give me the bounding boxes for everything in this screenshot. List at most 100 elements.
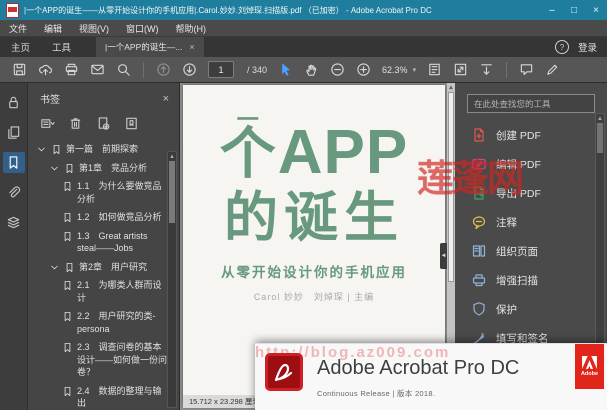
zoom-level-dropdown[interactable]: 62.3% ▾ (382, 65, 416, 75)
organize-pages-icon (471, 243, 487, 259)
bookmark-item[interactable]: 1.2 如何做竞品分析 (32, 211, 169, 224)
tool-item-protect[interactable]: 保护 (471, 301, 607, 317)
splash-release-line: Continuous Release | 版本 2018. (317, 388, 435, 399)
bookmark-item-label: 2.3 调查问卷的基本设计——如何做一份问卷？ (77, 341, 169, 379)
lock-icon (6, 95, 21, 110)
acrobat-logo-icon (265, 353, 303, 391)
panel-collapse-handle[interactable]: ◄ (440, 243, 447, 269)
bookmarks-icon (6, 155, 21, 170)
bookmark-item[interactable]: 第1章 竞品分析 (32, 162, 169, 175)
acrobat-splash-dialog: Adobe Acrobat Pro DC Continuous Release … (255, 343, 607, 410)
toolbar-divider (506, 62, 507, 78)
menu-item-1[interactable]: 编辑 (44, 22, 62, 35)
options-menu-icon[interactable] (40, 116, 55, 131)
tab-home[interactable]: 主页 (0, 37, 41, 57)
bookmark-item-label: 2.1 为哪类人群而设计 (77, 279, 169, 304)
bookmark-item-label: 1.1 为什么要做竞品分析 (77, 180, 169, 205)
zoom-in-icon[interactable] (356, 62, 371, 77)
minimize-button[interactable]: – (541, 0, 563, 20)
hand-tool-icon[interactable] (304, 62, 319, 77)
bookmarks-tree: 第一篇 前期探索第1章 竞品分析 1.1 为什么要做竞品分析 1.2 如何做竞品分析… (28, 139, 179, 410)
bookmark-item-label: 2.2 用户研究的类-persona (77, 310, 169, 335)
tool-item-label: 创建 PDF (496, 128, 541, 143)
comment-bubble-icon[interactable] (519, 62, 534, 77)
bookmark-item-icon (62, 311, 73, 322)
tools-search-input[interactable]: 在此处查找您的工具 (467, 94, 595, 113)
bookmark-item[interactable]: 2.4 数据的整理与输出 (32, 385, 169, 410)
document-tab[interactable]: |一个APP的诞生—... × (96, 37, 204, 57)
help-circle-icon[interactable]: ? (555, 40, 569, 54)
cover-subtitle: 从零开始设计你的手机应用 (183, 261, 445, 281)
bookmarks-panel: 书签 × 第一篇 前期探索第1章 竞品分析1.1 为什么要做竞品分析1.2 如何… (28, 83, 180, 410)
caret-down-icon[interactable] (49, 262, 60, 273)
bookmark-item[interactable]: 第一篇 前期探索 (32, 143, 169, 156)
previous-page-icon[interactable] (156, 62, 171, 77)
close-button[interactable]: × (585, 0, 607, 20)
actual-size-icon[interactable] (453, 62, 468, 77)
zoom-out-icon[interactable] (330, 62, 345, 77)
bookmark-item-label: 1.2 如何做竞品分析 (77, 211, 169, 224)
menu-item-2[interactable]: 视图(V) (79, 22, 109, 35)
bookmark-item[interactable]: 2.3 调查问卷的基本设计——如何做一份问卷？ (32, 341, 169, 379)
main-toolbar: 1 / 340 62.3% ▾ (0, 57, 607, 83)
tool-item-comment-tool[interactable]: 注释 (471, 214, 607, 230)
menu-item-0[interactable]: 文件 (9, 22, 27, 35)
bookmark-item-label: 第2章 用户研究 (79, 261, 169, 274)
title-bar: |一个APP的诞生——从零开始设计你的手机应用|.Carol.妙妙.刘焯琛.扫描… (0, 0, 607, 20)
nav-strip-bookmarks[interactable] (3, 152, 25, 173)
create-pdf-icon (471, 127, 487, 143)
attachments-icon (6, 185, 21, 200)
tab-tools[interactable]: 工具 (41, 37, 82, 57)
fit-page-icon[interactable] (427, 62, 442, 77)
bookmarks-close-icon[interactable]: × (163, 93, 169, 105)
highlight-pen-icon[interactable] (545, 62, 560, 77)
bookmark-item-icon (64, 163, 75, 174)
bookmark-item[interactable]: 1.3 Great artists steal——Jobs (32, 230, 169, 255)
bookmark-item[interactable]: 第2章 用户研究 (32, 261, 169, 274)
cover-title-line2: 的诞生 (183, 191, 445, 245)
select-cursor-icon[interactable] (278, 62, 293, 77)
save-icon[interactable] (12, 62, 27, 77)
zoom-level-value: 62.3% (382, 65, 408, 75)
search-icon[interactable] (116, 62, 131, 77)
cover-authors: Carol 妙妙 刘焯琛 | 主编 (183, 290, 445, 303)
navigation-pane-strip (0, 83, 28, 410)
bookmark-item[interactable]: 2.1 为哪类人群而设计 (32, 279, 169, 304)
toolbar-divider (143, 62, 144, 78)
print-icon[interactable] (64, 62, 79, 77)
new-bookmark-icon[interactable] (96, 116, 111, 131)
nav-strip-attachments[interactable] (3, 182, 25, 203)
nav-strip-lock[interactable] (3, 92, 25, 113)
bookmark-item[interactable]: 1.1 为什么要做竞品分析 (32, 180, 169, 205)
bookmark-item-icon (62, 342, 73, 353)
tool-item-create-pdf[interactable]: 创建 PDF (471, 127, 607, 143)
bookmarks-scrollbar-thumb[interactable] (169, 161, 175, 223)
delete-bookmark-icon[interactable] (68, 116, 83, 131)
nav-strip-layers[interactable] (3, 212, 25, 233)
sign-in-link[interactable]: 登录 (578, 40, 597, 54)
expand-current-bookmark-icon[interactable] (124, 116, 139, 131)
tool-item-label: 保护 (496, 302, 517, 317)
bookmark-item-icon (64, 262, 75, 273)
page-number-input[interactable]: 1 (208, 61, 234, 78)
bookmark-item[interactable]: 2.2 用户研究的类-persona (32, 310, 169, 335)
caret-down-icon[interactable] (36, 144, 47, 155)
caret-down-icon[interactable] (49, 163, 60, 174)
scroll-mode-icon[interactable] (479, 62, 494, 77)
next-page-icon[interactable] (182, 62, 197, 77)
maximize-button[interactable]: □ (563, 0, 585, 20)
adobe-word: Adobe (581, 371, 598, 377)
tools-scrollbar-thumb[interactable] (597, 123, 603, 153)
page-thumbnails-icon (6, 125, 21, 140)
menu-item-3[interactable]: 窗口(W) (126, 22, 159, 35)
nav-strip-page-thumbnails[interactable] (3, 122, 25, 143)
acrobat-window: |一个APP的诞生——从零开始设计你的手机应用|.Carol.妙妙.刘焯琛.扫描… (0, 0, 607, 410)
tool-item-organize-pages[interactable]: 组织页面 (471, 243, 607, 259)
cloud-upload-icon[interactable] (38, 62, 53, 77)
tool-item-enhance-scans[interactable]: 增强扫描 (471, 272, 607, 288)
document-tab-close-icon[interactable]: × (189, 42, 194, 52)
bookmarks-scrollbar[interactable]: ▲ (167, 151, 177, 408)
menu-item-4[interactable]: 帮助(H) (176, 22, 207, 35)
email-icon[interactable] (90, 62, 105, 77)
bookmark-item-icon (62, 280, 73, 291)
